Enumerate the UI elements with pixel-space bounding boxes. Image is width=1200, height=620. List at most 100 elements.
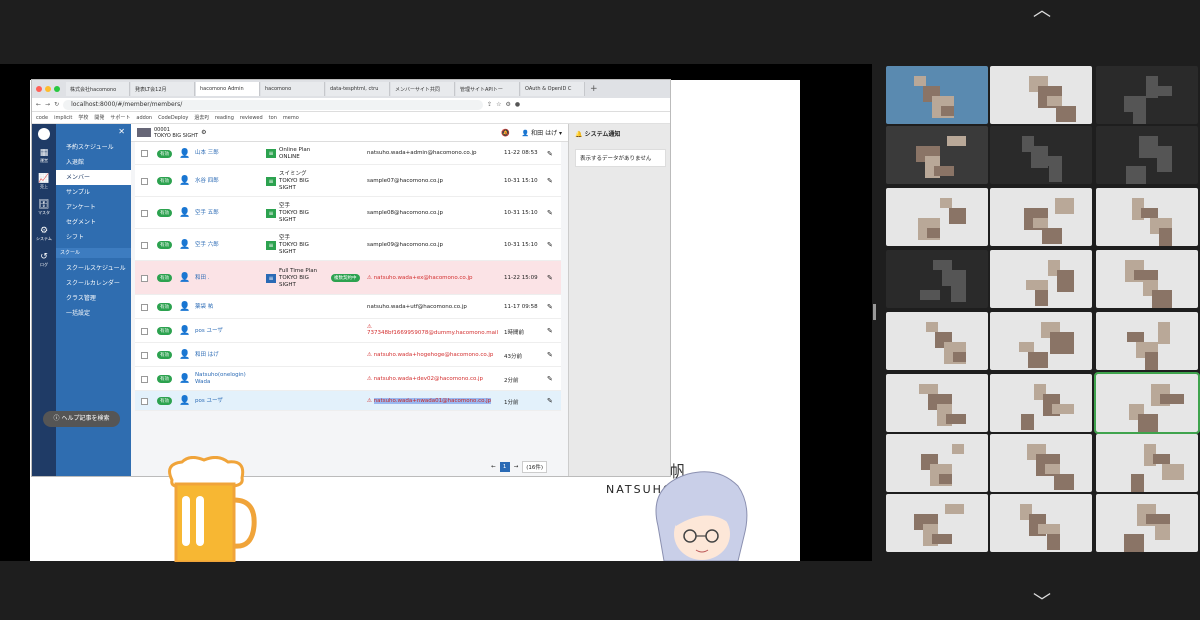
participant-video-tile[interactable]	[886, 188, 988, 246]
table-row[interactable]: 有効 👤 Natsuho(onelogin) Wada ⚠ natsuho.wada+…	[135, 367, 561, 391]
notifications-off-icon[interactable]: 🔕	[501, 129, 510, 137]
browser-tab[interactable]: 株式会社hacomono	[66, 82, 130, 96]
participant-video-tile[interactable]	[886, 312, 988, 370]
participant-video-tile[interactable]	[990, 312, 1092, 370]
rail-item[interactable]: ⚙ システム	[32, 226, 56, 242]
bookmark-item[interactable]: implicit	[54, 115, 72, 121]
row-checkbox[interactable]	[141, 303, 148, 311]
rail-item[interactable]: 📈 売上	[32, 174, 56, 190]
row-checkbox[interactable]	[141, 150, 148, 157]
bookmark-item[interactable]: reviewed	[240, 115, 263, 121]
url-input[interactable]: localhost:8000/#/member/members/	[63, 99, 484, 110]
bookmark-item[interactable]: reading	[215, 115, 234, 121]
participant-video-tile[interactable]	[1096, 250, 1198, 308]
rail-item[interactable]: ↺ ログ	[32, 252, 56, 268]
member-email[interactable]: natsuho.wada+admin@hacomono.co.jp	[367, 150, 476, 156]
chevron-up-icon[interactable]: ︿	[1030, 2, 1054, 20]
share-icon[interactable]: ⇪	[487, 101, 492, 108]
bookmark-item[interactable]: サポート	[110, 114, 130, 121]
member-email[interactable]: sample07@hacomono.co.jp	[367, 178, 443, 184]
table-row[interactable]: 有効 👤 pos ユーザ ⚠ 737348bf1669959078@dummy.hac…	[135, 319, 561, 343]
table-row[interactable]: 有効 👤 和田 はげ ⚠ natsuho.wada+hogehoge@hacomono…	[135, 343, 561, 367]
back-icon[interactable]: ←	[36, 101, 41, 108]
participant-video-tile[interactable]	[1096, 494, 1198, 552]
menu-item[interactable]: 一括設定	[56, 306, 131, 321]
member-name-link[interactable]: 薬袋 祐	[195, 304, 213, 311]
extensions-icon[interactable]: ⚙	[506, 101, 511, 108]
member-email[interactable]: ⚠ natsuho.wada+hogehoge@hacomono.co.jp	[367, 352, 493, 358]
new-tab-icon[interactable]: +	[587, 84, 601, 94]
edit-icon[interactable]: ✎	[547, 397, 553, 405]
member-email[interactable]: ⚠ natsuho.wada+ex@hacomono.co.jp	[367, 275, 472, 281]
participant-video-tile[interactable]	[1094, 372, 1200, 434]
menu-item[interactable]: シフト	[56, 230, 131, 245]
member-name-link[interactable]: Natsuho(onelogin) Wada	[195, 372, 246, 386]
menu-item[interactable]: スクールスケジュール	[56, 261, 131, 276]
bookmark-item[interactable]: ton	[269, 115, 277, 121]
browser-tab[interactable]: OAuth & OpenID C	[521, 82, 585, 96]
user-menu[interactable]: 👤 和田 はげ ▾	[522, 128, 562, 137]
member-name-link[interactable]: pos ユーザ	[195, 398, 223, 405]
participant-video-tile[interactable]	[990, 434, 1092, 492]
edit-icon[interactable]: ✎	[547, 241, 553, 249]
edit-icon[interactable]: ✎	[547, 177, 553, 185]
edit-icon[interactable]: ✎	[547, 209, 553, 217]
row-checkbox[interactable]	[141, 177, 148, 185]
participant-video-tile[interactable]	[886, 434, 988, 492]
member-email[interactable]: natsuho.wada+utf@hacomono.co.jp	[367, 304, 467, 310]
rail-item[interactable]: ▦ 運営	[32, 148, 56, 164]
reload-icon[interactable]: ↻	[54, 101, 59, 108]
participant-video-tile[interactable]	[1096, 434, 1198, 492]
menu-item[interactable]: クラス管理	[56, 291, 131, 306]
menu-item[interactable]: サンプル	[56, 185, 131, 200]
edit-icon[interactable]: ✎	[547, 327, 553, 335]
participant-video-tile[interactable]	[990, 66, 1092, 124]
menu-item[interactable]: メンバー	[56, 170, 131, 185]
participant-video-tile[interactable]	[1096, 312, 1198, 370]
table-row[interactable]: 有効 👤 山本 三郎 ≡ Online Plan ONLINE natsuho.wada+…	[135, 142, 561, 165]
participant-video-tile[interactable]	[886, 374, 988, 432]
help-search-button[interactable]: ⓘ ヘルプ記事を検索	[43, 411, 120, 427]
table-row[interactable]: 有効 👤 空手 五郎 ≡ 空手 TOKYO BIG SIGHT sample08@haco…	[135, 197, 561, 229]
browser-tab[interactable]: メンバーサイト共同	[391, 82, 455, 96]
edit-icon[interactable]: ✎	[547, 375, 553, 383]
member-email[interactable]: sample08@hacomono.co.jp	[367, 210, 443, 216]
participant-video-tile[interactable]	[990, 374, 1092, 432]
browser-tab[interactable]: hacomono Admin	[196, 82, 260, 96]
browser-tab[interactable]: 発表LT会12月	[131, 82, 195, 96]
bookmark-item[interactable]: addon	[136, 115, 152, 121]
table-row[interactable]: 有効 👤 和田 . ≡ Full Time Plan TOKYO BIG SIGHT 複数…	[135, 261, 561, 295]
chevron-down-icon[interactable]: ﹀	[1030, 594, 1054, 612]
forward-icon[interactable]: →	[45, 101, 50, 108]
browser-tab[interactable]: 管理サイトAPIトー	[456, 82, 520, 96]
studio-info[interactable]: 00001 TOKYO BIG SIGHT	[154, 127, 198, 139]
row-checkbox[interactable]	[141, 209, 148, 217]
participant-video-tile[interactable]	[886, 66, 988, 124]
participant-video-tile[interactable]	[1096, 66, 1198, 124]
member-name-link[interactable]: 和田 .	[195, 275, 210, 282]
edit-icon[interactable]: ✎	[547, 303, 553, 311]
menu-item[interactable]: セグメント	[56, 215, 131, 230]
member-email[interactable]: sample09@hacomono.co.jp	[367, 242, 443, 248]
participant-video-tile[interactable]	[886, 494, 988, 552]
browser-tab[interactable]: hacomono	[261, 82, 325, 96]
row-checkbox[interactable]	[141, 375, 148, 383]
menu-item[interactable]: スクールカレンダー	[56, 276, 131, 291]
member-email[interactable]: ⚠ natsuho.wada+dev02@hacomono.co.jp	[367, 376, 483, 382]
next-page-button[interactable]: →	[514, 464, 519, 470]
member-email[interactable]: ⚠ 737348bf1669959078@dummy.hacomono.mail	[367, 324, 498, 336]
participant-video-tile[interactable]	[1096, 188, 1198, 246]
table-row[interactable]: 有効 👤 pos ユーザ ⚠ natsuho.wada+nwada01@hacomon…	[135, 391, 561, 411]
participant-video-tile[interactable]	[990, 494, 1092, 552]
edit-icon[interactable]: ✎	[547, 274, 553, 282]
bookmark-item[interactable]: code	[36, 115, 48, 121]
menu-item[interactable]: 入退館	[56, 155, 131, 170]
row-checkbox[interactable]	[141, 397, 148, 405]
app-logo[interactable]	[38, 128, 50, 140]
menu-item[interactable]: アンケート	[56, 200, 131, 215]
row-checkbox[interactable]	[141, 274, 148, 282]
bookmark-item[interactable]: 開発	[94, 114, 104, 121]
participant-video-tile[interactable]	[886, 250, 988, 308]
edit-icon[interactable]: ✎	[547, 150, 553, 158]
member-name-link[interactable]: 水谷 四郎	[195, 178, 219, 185]
